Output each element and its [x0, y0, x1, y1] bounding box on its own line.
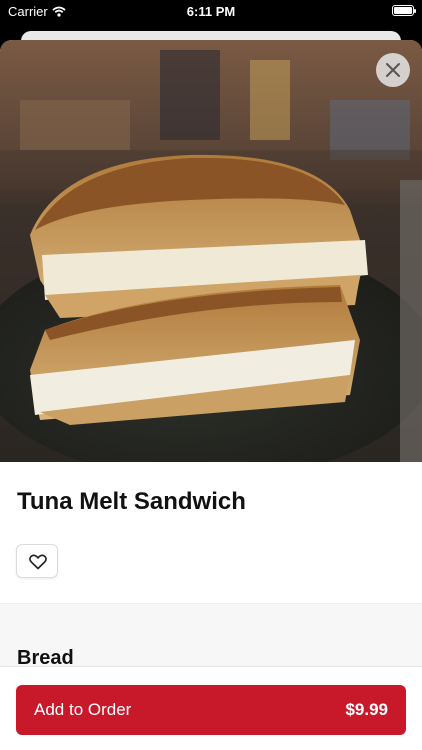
- product-title: Tuna Melt Sandwich: [17, 488, 246, 515]
- status-bar: Carrier 6:11 PM: [0, 0, 422, 22]
- battery-icon: [392, 5, 416, 16]
- favorite-button[interactable]: [16, 544, 58, 578]
- tuna-melt-sandwich-photo: [0, 40, 422, 462]
- close-icon: [386, 63, 400, 77]
- add-to-order-label: Add to Order: [34, 700, 132, 719]
- product-detail-sheet: Tuna Melt Sandwich Bread Add to Order $9…: [0, 40, 422, 750]
- clock: 6:11 PM: [186, 4, 236, 19]
- heart-icon: [29, 554, 47, 570]
- order-price: $9.99: [345, 700, 388, 719]
- bottom-action-bar: Add to Order $9.99: [0, 666, 422, 750]
- add-to-order-button[interactable]: Add to Order $9.99: [16, 685, 406, 735]
- close-button[interactable]: [376, 53, 410, 87]
